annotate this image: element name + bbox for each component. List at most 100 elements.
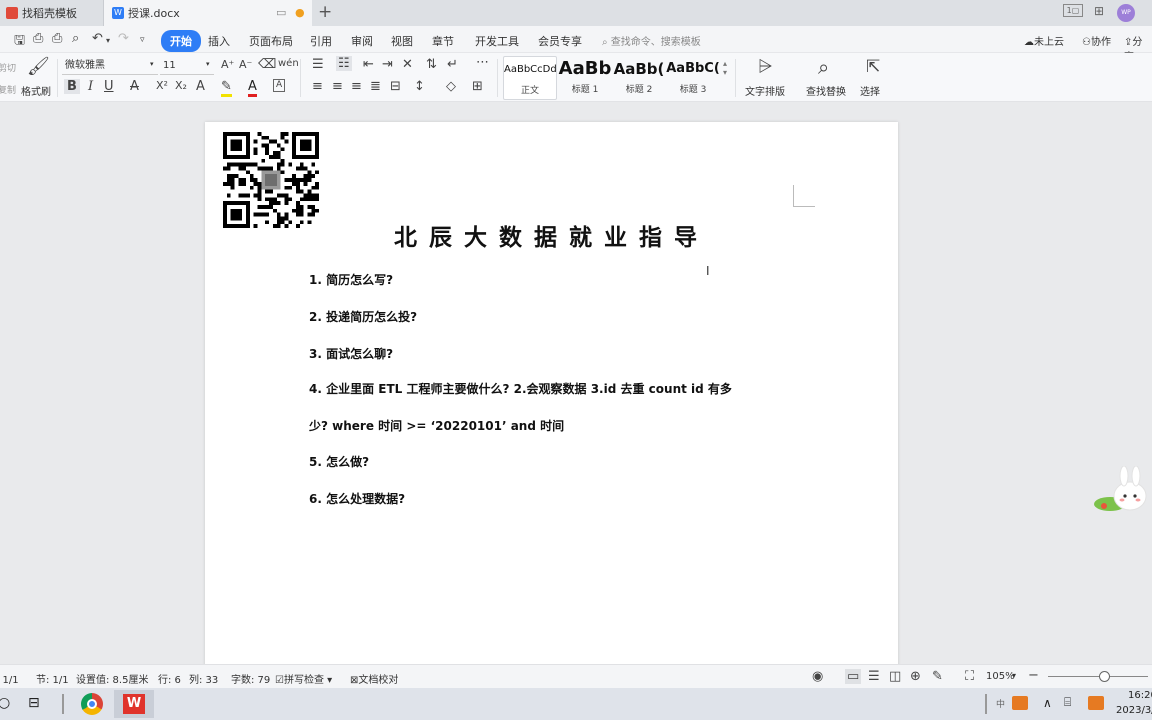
- page-view-icon[interactable]: ▭: [845, 669, 862, 684]
- avatar[interactable]: WP: [1117, 4, 1135, 22]
- text-layout-icon[interactable]: ⩥: [758, 56, 772, 77]
- menu-member[interactable]: 会员专享: [538, 33, 582, 49]
- word-count[interactable]: 字数: 79: [231, 671, 270, 686]
- zoom-slider-handle[interactable]: [1099, 671, 1110, 682]
- align-center-icon[interactable]: ≡: [332, 79, 343, 94]
- chevron-down-icon[interactable]: ▾: [1012, 671, 1016, 680]
- zoom-slider-track[interactable]: [1048, 676, 1148, 677]
- tray-wps-icon[interactable]: [1088, 696, 1104, 710]
- clock-date[interactable]: 2023/3/: [1116, 705, 1152, 716]
- style-heading-1[interactable]: AaBb 标题 1: [558, 56, 612, 100]
- save-icon[interactable]: 🖫: [14, 31, 25, 53]
- outline-view-icon[interactable]: ☰: [868, 669, 880, 684]
- task-view-icon[interactable]: ⊟: [28, 695, 40, 711]
- align-right-icon[interactable]: ≡: [351, 79, 362, 94]
- search-icon[interactable]: ⌕: [818, 55, 829, 79]
- search-icon[interactable]: ○: [0, 695, 10, 711]
- find-replace-button[interactable]: 查找替换: [806, 83, 846, 98]
- show-marks-icon[interactable]: ↵: [447, 57, 458, 72]
- menu-references[interactable]: 引用: [310, 33, 332, 49]
- apps-grid-icon[interactable]: ⊞: [1094, 4, 1104, 20]
- menu-page-layout[interactable]: 页面布局: [249, 33, 293, 49]
- italic-icon[interactable]: I: [88, 79, 93, 94]
- layout-toggle-icon[interactable]: 1▢: [1063, 4, 1083, 17]
- subscript-icon[interactable]: X₂: [175, 79, 187, 92]
- copy-button[interactable]: 复制: [0, 83, 16, 96]
- styles-scroll-icon[interactable]: ▴ ▾: [723, 59, 727, 77]
- menu-chapter[interactable]: 章节: [432, 33, 454, 49]
- print-preview-icon[interactable]: ⌕: [72, 31, 79, 46]
- reading-view-icon[interactable]: ◫: [889, 669, 901, 684]
- row-indicator[interactable]: 行: 6: [158, 671, 181, 686]
- style-normal[interactable]: AaBbCcDd 正文: [503, 56, 557, 100]
- font-color-icon[interactable]: A: [248, 79, 257, 97]
- tray-app-icon[interactable]: [1012, 696, 1028, 710]
- bullet-list-icon[interactable]: ☰: [312, 57, 324, 72]
- select-button[interactable]: 选择: [860, 83, 880, 98]
- text-layout-button[interactable]: 文字排版: [745, 83, 785, 98]
- clear-format-icon[interactable]: ⌫: [258, 57, 276, 72]
- mascot-bunny-icon[interactable]: [1092, 466, 1152, 516]
- wps-taskbar-button[interactable]: W: [114, 690, 154, 718]
- sort-icon[interactable]: ⇅: [426, 57, 437, 72]
- command-search[interactable]: ⌕ 查找命令、搜索模板: [602, 33, 701, 48]
- cut-button[interactable]: 剪切: [0, 61, 16, 74]
- numbered-list-icon[interactable]: ☷: [336, 56, 352, 71]
- align-left-icon[interactable]: ≡: [312, 79, 323, 94]
- text-effect-icon[interactable]: A: [196, 79, 205, 94]
- style-heading-2[interactable]: AaBb( 标题 2: [612, 56, 666, 100]
- char-border-icon[interactable]: A: [273, 79, 286, 92]
- line-spacing-icon[interactable]: ↕: [414, 79, 425, 94]
- format-painter-icon[interactable]: 🖌: [27, 56, 50, 77]
- style-heading-3[interactable]: AaBbC( 标题 3: [666, 56, 720, 100]
- spell-check-button[interactable]: ☑拼写检查 ▾: [275, 671, 332, 686]
- paragraph-settings-icon[interactable]: ⋯: [476, 55, 489, 70]
- document-page[interactable]: 北辰大数据就业指导 1. 简历怎么写? 2. 投递简历怎么投? 3. 面试怎么聊…: [205, 122, 898, 682]
- strikethrough-icon[interactable]: A: [130, 79, 139, 94]
- cursor-select-icon[interactable]: ⇱: [866, 57, 880, 77]
- redo-icon[interactable]: ↷: [118, 31, 129, 46]
- underline-icon[interactable]: U: [104, 79, 114, 94]
- tab-find-templates[interactable]: 找稻壳模板: [0, 0, 104, 26]
- fit-page-icon[interactable]: ⛶: [965, 669, 974, 684]
- chinese-layout-icon[interactable]: ✕: [402, 57, 413, 72]
- superscript-icon[interactable]: X²: [156, 79, 168, 92]
- chevron-down-icon[interactable]: ▾: [206, 60, 210, 68]
- section-indicator[interactable]: 节: 1/1: [36, 671, 69, 686]
- collab-button[interactable]: ⚇协作: [1082, 33, 1111, 48]
- network-icon[interactable]: ⌸: [1064, 695, 1071, 710]
- chevron-up-icon[interactable]: ∧: [1043, 696, 1052, 710]
- menu-view[interactable]: 视图: [391, 33, 413, 49]
- menu-developer[interactable]: 开发工具: [475, 33, 519, 49]
- web-view-icon[interactable]: ⊕: [910, 669, 921, 684]
- ime-indicator[interactable]: 中: [996, 697, 1005, 710]
- menu-insert[interactable]: 插入: [208, 33, 230, 49]
- new-tab-button[interactable]: +: [318, 2, 332, 22]
- chevron-down-icon[interactable]: ▾: [150, 60, 154, 68]
- clock-time[interactable]: 16:20: [1128, 690, 1152, 701]
- tab-comment-icon[interactable]: ▭: [276, 6, 286, 19]
- eye-protection-icon[interactable]: ◉: [812, 669, 823, 684]
- write-mode-icon[interactable]: ✎: [932, 669, 943, 684]
- pinyin-icon[interactable]: wén: [278, 58, 299, 69]
- highlight-icon[interactable]: ✎: [221, 79, 232, 97]
- zoom-out-icon[interactable]: −: [1028, 668, 1039, 683]
- distributed-icon[interactable]: ⊟: [390, 79, 401, 94]
- increase-indent-icon[interactable]: ⇥: [382, 57, 393, 72]
- menu-review[interactable]: 审阅: [351, 33, 373, 49]
- quick-access-more-icon[interactable]: ▿: [140, 35, 145, 45]
- font-name-select[interactable]: 微软雅黑: [62, 58, 158, 75]
- column-indicator[interactable]: 列: 33: [189, 671, 218, 686]
- chrome-icon[interactable]: [81, 693, 103, 715]
- shrink-font-icon[interactable]: A⁻: [239, 58, 252, 71]
- menu-home[interactable]: 开始: [161, 30, 201, 52]
- zoom-level[interactable]: 105%: [986, 671, 1015, 682]
- page-indicator[interactable]: 页码: 1/1: [0, 671, 19, 686]
- decrease-indent-icon[interactable]: ⇤: [363, 57, 374, 72]
- undo-dropdown-icon[interactable]: ▾: [106, 36, 110, 45]
- undo-icon[interactable]: ↶: [92, 31, 103, 46]
- grow-font-icon[interactable]: A⁺: [221, 58, 234, 71]
- justify-icon[interactable]: ≣: [370, 79, 381, 94]
- shading-icon[interactable]: ◇: [446, 79, 456, 94]
- export-pdf-icon[interactable]: ⎙: [33, 31, 43, 46]
